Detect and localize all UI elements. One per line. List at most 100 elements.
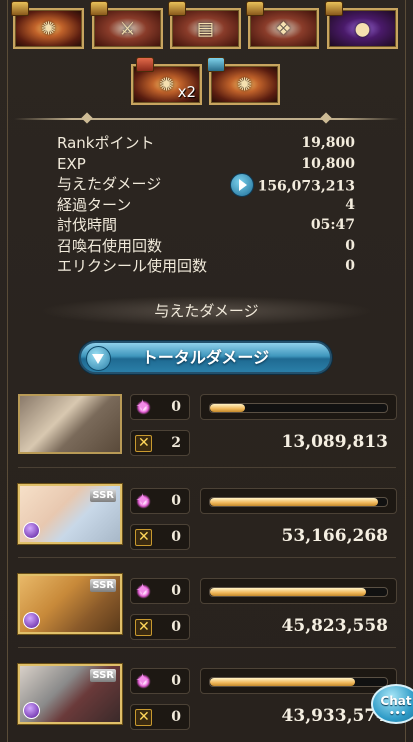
document-icon: ▤ (196, 18, 215, 39)
scroll-icon: ✺ (158, 74, 175, 95)
ca-value: 0 (171, 529, 181, 545)
charge-attack-icon (135, 709, 152, 726)
ca-value: 0 (171, 709, 181, 725)
chest-icon (136, 57, 154, 72)
damage-bar-track (209, 677, 388, 687)
stat-value: 05:47 (310, 217, 355, 233)
ougi-value: 0 (171, 673, 181, 689)
charge-attack-icon (135, 619, 152, 636)
damage-bar (200, 394, 397, 420)
damage-bar (200, 668, 397, 694)
frame-left (7, 0, 8, 742)
section-title: 与えたダメージ (40, 296, 373, 326)
stat-label: 経過ターン (57, 195, 132, 214)
stat-value: 19,800 (301, 135, 355, 151)
chat-label: Chat (380, 694, 412, 708)
ougi-icon (135, 670, 152, 691)
stat-value: 0 (345, 258, 355, 274)
character-portrait[interactable]: SSR (18, 664, 122, 724)
stat-label: 召喚石使用回数 (57, 236, 163, 255)
separator (18, 647, 396, 648)
sword-icon: ⚔ (119, 18, 136, 39)
drop-item[interactable]: ✺ (11, 1, 84, 49)
ougi-value: 0 (171, 583, 181, 599)
ssr-badge: SSR (90, 669, 116, 682)
party-member: 0 2 13,089,813 (18, 394, 397, 470)
ca-count: 0 (130, 704, 190, 730)
damage-bar-fill (210, 588, 366, 596)
ougi-count: 0 (130, 578, 190, 604)
damage-bar (200, 488, 397, 514)
member-damage: 45,823,558 (281, 616, 388, 636)
damage-bar-track (209, 497, 388, 507)
stat-label: Rankポイント (57, 134, 155, 152)
stat-rank: Rankポイント 19,800 (57, 133, 355, 154)
result-stats: Rankポイント 19,800 EXP 10,800 与えたダメージ 156,0… (57, 133, 355, 277)
stat-time: 討伐時間 05:47 (57, 215, 355, 236)
play-icon[interactable] (229, 173, 254, 197)
stat-turns: 経過ターン 4 (57, 195, 355, 216)
total-damage-dropdown[interactable]: トータルダメージ (79, 341, 332, 374)
ougi-value: 0 (171, 399, 181, 415)
stat-label: EXP (57, 154, 86, 173)
stat-value: 0 (345, 237, 355, 254)
stat-label: 与えたダメージ (57, 175, 162, 193)
charge-attack-icon (135, 529, 152, 546)
chest-icon (325, 1, 343, 16)
dark-element-icon (23, 612, 40, 629)
dark-element-icon (23, 522, 40, 539)
damage-bar (200, 578, 397, 604)
scroll-icon: ✺ (236, 74, 253, 95)
stat-elixir: エリクシール使用回数 0 (57, 256, 355, 277)
ougi-icon (135, 490, 152, 511)
character-portrait[interactable] (18, 394, 122, 454)
separator (18, 467, 396, 468)
scroll-icon: ✺ (40, 18, 57, 39)
ougi-count: 0 (130, 488, 190, 514)
party-member: SSR 0 0 53,166,268 (18, 484, 397, 560)
party-member: SSR 0 0 45,823,558 (18, 574, 397, 650)
drop-item[interactable]: ✺ x2 (131, 57, 202, 105)
separator (18, 557, 396, 558)
stat-value: 10,800 (301, 155, 355, 172)
item-count: x2 (177, 83, 196, 101)
drop-item[interactable]: ● (325, 1, 398, 49)
ca-value: 0 (171, 619, 181, 635)
ssr-badge: SSR (90, 489, 116, 502)
drop-item[interactable]: ✺ (207, 57, 280, 105)
ougi-count: 0 (130, 394, 190, 420)
dropdown-label: トータルダメージ (141, 348, 270, 367)
member-damage: 13,089,813 (281, 432, 388, 452)
ssr-badge: SSR (90, 579, 116, 592)
stat-label: エリクシール使用回数 (57, 257, 208, 275)
charge-attack-icon (135, 435, 152, 452)
frame-right (405, 0, 406, 742)
chat-button[interactable]: Chat ••• (371, 684, 413, 724)
drop-item[interactable]: ❖ (246, 1, 319, 49)
stat-label: 討伐時間 (57, 216, 118, 234)
ougi-value: 0 (171, 493, 181, 509)
ca-count: 0 (130, 524, 190, 550)
chest-icon (246, 1, 264, 16)
stat-damage: 与えたダメージ 156,073,213 (57, 173, 355, 197)
ca-count: 2 (130, 430, 190, 456)
character-portrait[interactable]: SSR (18, 574, 122, 634)
map-icon: ❖ (275, 18, 292, 39)
ougi-icon (135, 580, 152, 601)
chest-icon (11, 1, 29, 16)
ougi-icon (135, 396, 152, 417)
member-damage: 53,166,268 (281, 526, 388, 546)
drop-item[interactable]: ▤ (168, 1, 241, 49)
chest-icon (207, 57, 225, 72)
stat-value: 156,073,213 (257, 178, 355, 195)
chat-dots-icon: ••• (389, 709, 407, 719)
divider (14, 112, 399, 124)
damage-bar-track (209, 587, 388, 597)
chest-icon (90, 1, 108, 16)
character-portrait[interactable]: SSR (18, 484, 122, 544)
party-member: SSR 0 0 43,933,574 (18, 664, 397, 740)
damage-bar-fill (210, 404, 246, 412)
stat-exp: EXP 10,800 (57, 154, 355, 175)
ougi-count: 0 (130, 668, 190, 694)
drop-item[interactable]: ⚔ (90, 1, 163, 49)
